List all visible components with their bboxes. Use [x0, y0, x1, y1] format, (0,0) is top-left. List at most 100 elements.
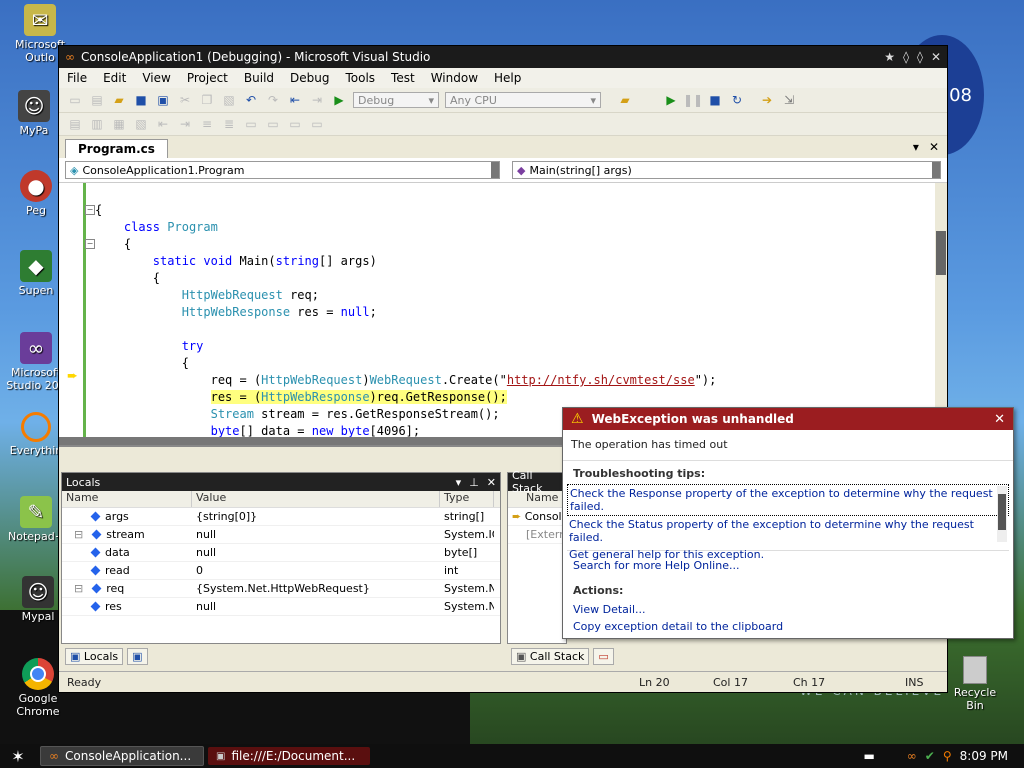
window-position-icon[interactable]: ▾	[456, 476, 462, 489]
expand-icon[interactable]: ⊟	[74, 582, 83, 595]
call-stack-row[interactable]: ➨ Console	[508, 508, 566, 526]
tip-link[interactable]: Get general help for this exception.	[567, 546, 1009, 563]
taskbar-item-label: ConsoleApplication...	[65, 749, 192, 763]
navigation-bar: ◈ ConsoleApplication1.Program ◆ Main(str…	[59, 158, 947, 183]
desktop-icon-recycle-bin[interactable]: Recycle Bin	[946, 656, 1004, 712]
column-name[interactable]: Name	[62, 491, 192, 507]
locals-row[interactable]: ⊟ req {System.Net.HttpWebRequest} System.N	[62, 580, 500, 598]
start-button[interactable]: ✶	[0, 747, 36, 766]
title-bar[interactable]: ∞ ConsoleApplication1 (Debugging) - Micr…	[59, 46, 947, 68]
cut-icon[interactable]: ✂	[177, 92, 193, 108]
menu-tools[interactable]: Tools	[345, 71, 375, 85]
tray-app-icon[interactable]: ∞	[907, 749, 917, 763]
column-type[interactable]: Type	[440, 491, 494, 507]
prev-bookmark-icon[interactable]: ▭	[265, 116, 281, 132]
step-into-icon[interactable]: ⇲	[781, 92, 797, 108]
auto-hide-pin-icon[interactable]: ⊥	[469, 476, 479, 489]
expand-icon[interactable]: ⊟	[74, 528, 83, 541]
scrollbar-thumb[interactable]	[998, 494, 1006, 530]
editor-vertical-scrollbar[interactable]	[935, 183, 947, 445]
complete-word-icon[interactable]: ▧	[133, 116, 149, 132]
tab-program-cs[interactable]: Program.cs	[65, 139, 168, 158]
outline-collapse-icon[interactable]: −	[85, 239, 95, 249]
locals-row[interactable]: res null System.N	[62, 598, 500, 616]
redo-icon[interactable]: ↷	[265, 92, 281, 108]
solution-configuration-select[interactable]: Debug ▾	[353, 92, 439, 108]
close-icon[interactable]: ✕	[994, 412, 1005, 427]
paste-icon[interactable]: ▧	[221, 92, 237, 108]
close-button[interactable]: ✕	[931, 50, 941, 64]
tab-call-stack[interactable]: ▣ Call Stack	[511, 647, 590, 665]
menu-file[interactable]: File	[67, 71, 87, 85]
solution-platform-select[interactable]: Any CPU ▾	[445, 92, 601, 108]
scrollbar-thumb[interactable]	[936, 231, 946, 275]
tab-immediate[interactable]: ▭	[593, 647, 614, 665]
keyboard-icon[interactable]: ▬	[863, 749, 874, 763]
next-bookmark-icon[interactable]: ▭	[287, 116, 303, 132]
tip-link[interactable]: Check the Response property of the excep…	[567, 484, 1009, 516]
menu-window[interactable]: Window	[431, 71, 478, 85]
comment-icon[interactable]: ≡	[199, 116, 215, 132]
menu-edit[interactable]: Edit	[103, 71, 126, 85]
menu-help[interactable]: Help	[494, 71, 521, 85]
locals-row[interactable]: read 0 int	[62, 562, 500, 580]
window-controls: ★ ◊ ◊ ✕	[884, 50, 941, 64]
tips-scrollbar[interactable]	[997, 486, 1007, 542]
menu-build[interactable]: Build	[244, 71, 274, 85]
break-all-icon[interactable]: ❚❚	[683, 92, 703, 108]
call-stack-row[interactable]: [Extern	[508, 526, 566, 544]
save-icon[interactable]: ■	[133, 92, 149, 108]
copy-icon[interactable]: ❐	[199, 92, 215, 108]
column-value[interactable]: Value	[192, 491, 440, 507]
menu-test[interactable]: Test	[391, 71, 415, 85]
bookmark-icon[interactable]: ▭	[243, 116, 259, 132]
clock[interactable]: 8:09 PM	[960, 749, 1008, 763]
minimize-button[interactable]: ◊	[903, 50, 909, 64]
view-detail-link[interactable]: View Detail...	[573, 601, 1003, 618]
menu-project[interactable]: Project	[187, 71, 228, 85]
locals-row[interactable]: data null byte[]	[62, 544, 500, 562]
tab-locals[interactable]: ▣ Locals	[65, 647, 124, 665]
quick-info-icon[interactable]: ▦	[111, 116, 127, 132]
copy-exception-link[interactable]: Copy exception detail to the clipboard	[573, 618, 1003, 635]
restart-icon[interactable]: ↻	[729, 92, 745, 108]
list-members-icon[interactable]: ▤	[67, 116, 83, 132]
close-icon[interactable]: ✕	[487, 476, 496, 489]
stop-debugging-icon[interactable]: ■	[707, 92, 723, 108]
taskbar-item-console[interactable]: ▣ file:///E:/Document...	[208, 747, 370, 765]
new-project-icon[interactable]: ▭	[67, 92, 83, 108]
increase-indent-icon[interactable]: ⇥	[177, 116, 193, 132]
class-dropdown[interactable]: ◈ ConsoleApplication1.Program	[65, 161, 500, 179]
indicator-margin[interactable]	[59, 183, 81, 445]
locals-row[interactable]: ⊟streamnullSystem.IO	[62, 526, 500, 544]
outline-collapse-icon[interactable]: −	[85, 205, 95, 215]
maximize-button[interactable]: ◊	[917, 50, 923, 64]
decrease-indent-icon[interactable]: ⇤	[155, 116, 171, 132]
close-document-icon[interactable]: ✕	[929, 140, 939, 154]
find-in-files-icon[interactable]: ▰	[617, 92, 633, 108]
show-next-statement-icon[interactable]: ➔	[759, 92, 775, 108]
add-item-icon[interactable]: ▤	[89, 92, 105, 108]
open-folder-icon[interactable]: ▰	[111, 92, 127, 108]
navigate-forward-icon[interactable]: ⇥	[309, 92, 325, 108]
parameter-info-icon[interactable]: ▥	[89, 116, 105, 132]
clear-bookmarks-icon[interactable]: ▭	[309, 116, 325, 132]
member-dropdown[interactable]: ◆ Main(string[] args)	[512, 161, 941, 179]
uncomment-icon[interactable]: ≣	[221, 116, 237, 132]
start-debugging-icon[interactable]: ▶	[331, 92, 347, 108]
pin-icon[interactable]: ★	[884, 50, 895, 64]
save-all-icon[interactable]: ▣	[155, 92, 171, 108]
menu-debug[interactable]: Debug	[290, 71, 329, 85]
navigate-back-icon[interactable]: ⇤	[287, 92, 303, 108]
undo-icon[interactable]: ↶	[243, 92, 259, 108]
taskbar-item-visual-studio[interactable]: ∞ ConsoleApplication...	[40, 746, 204, 766]
column-name[interactable]: Name	[508, 491, 566, 507]
tip-link[interactable]: Check the Status property of the excepti…	[567, 516, 1009, 546]
tray-network-icon[interactable]: ✔	[925, 749, 935, 763]
active-files-dropdown-icon[interactable]: ▾	[913, 140, 919, 154]
menu-view[interactable]: View	[142, 71, 170, 85]
tray-search-icon[interactable]: ⚲	[943, 749, 952, 763]
continue-icon[interactable]: ▶	[663, 92, 679, 108]
locals-row[interactable]: args {string[0]} string[]	[62, 508, 500, 526]
tab-watch[interactable]: ▣	[127, 647, 148, 665]
